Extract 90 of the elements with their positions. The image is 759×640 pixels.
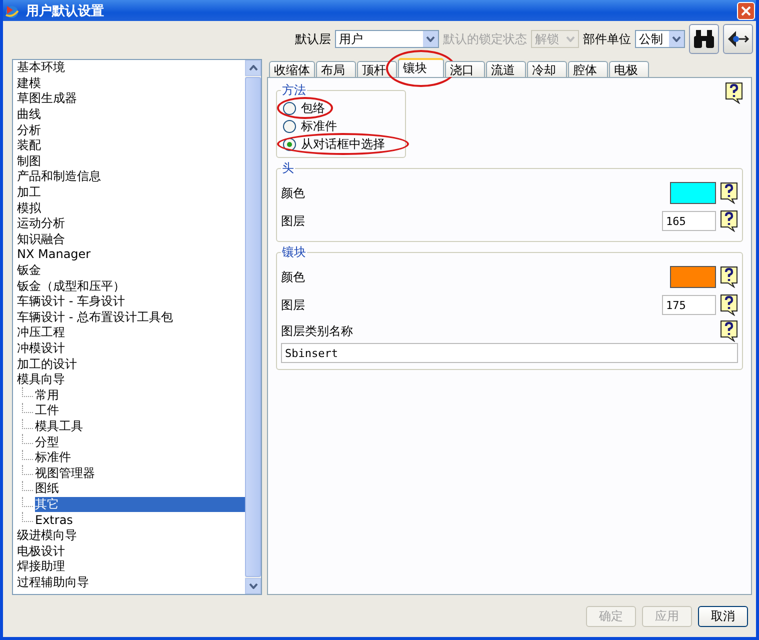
- category-item[interactable]: 建模: [17, 76, 43, 91]
- category-item[interactable]: 模拟: [17, 200, 43, 216]
- category-item[interactable]: 产品和制造信息: [17, 169, 103, 184]
- tab[interactable]: 布局: [316, 61, 356, 77]
- color-label: 颜色: [281, 268, 305, 286]
- category-item[interactable]: 过程辅助向导: [17, 574, 91, 590]
- layer-input[interactable]: 175: [662, 295, 716, 315]
- binoculars-icon: [692, 28, 716, 50]
- category-item[interactable]: NX Manager: [17, 247, 93, 262]
- category-item[interactable]: 钣金: [17, 263, 43, 278]
- category-item[interactable]: 模具向导: [17, 372, 67, 388]
- category-item[interactable]: 加工的设计: [17, 356, 79, 372]
- category-item[interactable]: 电极设计: [17, 544, 67, 559]
- tree-line: [22, 403, 33, 414]
- default-layer-label: 默认层: [295, 30, 331, 48]
- color-swatch[interactable]: [670, 266, 716, 288]
- part-units-label: 部件单位: [583, 30, 631, 48]
- default-layer-dropdown[interactable]: 用户: [335, 30, 439, 48]
- tab[interactable]: 浇口: [445, 61, 485, 77]
- category-item[interactable]: 工件: [35, 403, 61, 418]
- tab[interactable]: 镶块: [398, 58, 444, 77]
- color-swatch[interactable]: [670, 182, 716, 204]
- help-icon[interactable]: [720, 320, 738, 342]
- color-label: 颜色: [281, 184, 305, 202]
- category-item[interactable]: 视图管理器: [35, 466, 97, 481]
- category-item[interactable]: 模具工具: [35, 418, 85, 434]
- category-item[interactable]: 运动分析: [17, 216, 67, 232]
- tree-line: [22, 387, 33, 398]
- category-item[interactable]: 冲模设计: [17, 340, 67, 356]
- category-item[interactable]: 加工: [17, 185, 43, 200]
- dialog-button[interactable]: 取消: [698, 606, 748, 626]
- tree-line: [22, 481, 33, 492]
- tree-line: [22, 434, 33, 444]
- category-item[interactable]: 装配: [17, 138, 43, 154]
- layer-category-label: 图层类别名称: [281, 322, 353, 340]
- tab[interactable]: 流道: [486, 61, 526, 77]
- tab[interactable]: 冷却: [527, 61, 567, 77]
- category-item[interactable]: 草图生成器: [17, 91, 79, 106]
- help-icon[interactable]: [720, 294, 738, 316]
- export-button[interactable]: [723, 24, 753, 54]
- category-item[interactable]: 图纸: [35, 481, 61, 496]
- radio-label: 标准件: [301, 118, 337, 134]
- category-item[interactable]: 钣金（成型和压平）: [17, 278, 127, 294]
- layer-input[interactable]: 165: [662, 211, 716, 231]
- help-icon[interactable]: [720, 210, 738, 232]
- radio-button[interactable]: [283, 102, 296, 114]
- close-icon: [741, 6, 751, 16]
- layer-label: 图层: [281, 212, 305, 230]
- category-item[interactable]: 曲线: [17, 107, 43, 122]
- category-item[interactable]: Extras: [35, 512, 75, 528]
- lock-state-label: 默认的锁定状态: [443, 30, 527, 48]
- group-title: 方法: [281, 82, 307, 99]
- scroll-down-button[interactable]: [245, 578, 261, 594]
- category-item[interactable]: 焊接助理: [17, 559, 67, 574]
- tab[interactable]: 收缩体: [269, 61, 315, 77]
- help-icon[interactable]: [720, 266, 738, 288]
- help-icon[interactable]: [720, 182, 738, 204]
- category-item[interactable]: 分型: [35, 434, 61, 450]
- category-item[interactable]: 车辆设计 - 总布置设计工具包: [17, 310, 175, 325]
- tab[interactable]: 腔体: [568, 61, 608, 77]
- category-item[interactable]: 分析: [17, 122, 43, 138]
- category-item[interactable]: 车辆设计 - 车身设计: [17, 294, 127, 310]
- radio-label: 包络: [301, 100, 325, 116]
- category-item[interactable]: 级进模向导: [17, 528, 79, 544]
- scroll-up-button[interactable]: [245, 60, 261, 76]
- window-title: 用户默认设置: [26, 2, 104, 20]
- category-item[interactable]: 制图: [17, 154, 43, 169]
- tree-line: [22, 450, 33, 460]
- category-item[interactable]: 标准件: [35, 450, 73, 466]
- category-item[interactable]: 其它: [35, 496, 245, 512]
- tree-line: [22, 496, 33, 507]
- layer-label: 图层: [281, 296, 305, 314]
- close-button[interactable]: [737, 2, 755, 20]
- layer-category-input[interactable]: Sbinsert: [281, 343, 738, 363]
- tree-line: [22, 418, 33, 429]
- part-units-dropdown[interactable]: 公制: [635, 30, 685, 48]
- category-item[interactable]: 知识融合: [17, 232, 67, 247]
- tab[interactable]: 电极: [609, 61, 649, 77]
- tree-line: [22, 512, 33, 522]
- tree-line: [22, 465, 33, 476]
- category-item[interactable]: 常用: [35, 388, 61, 403]
- tab[interactable]: 顶杆: [357, 61, 397, 77]
- radio-label: 从对话框中选择: [301, 136, 385, 152]
- category-item[interactable]: 冲压工程: [17, 325, 67, 340]
- find-button[interactable]: [689, 24, 719, 54]
- group-title: 头: [281, 160, 295, 177]
- group-title: 镶块: [281, 244, 307, 261]
- help-icon[interactable]: [725, 82, 743, 104]
- radio-button[interactable]: [283, 120, 296, 132]
- category-item[interactable]: 基本环境: [17, 60, 67, 76]
